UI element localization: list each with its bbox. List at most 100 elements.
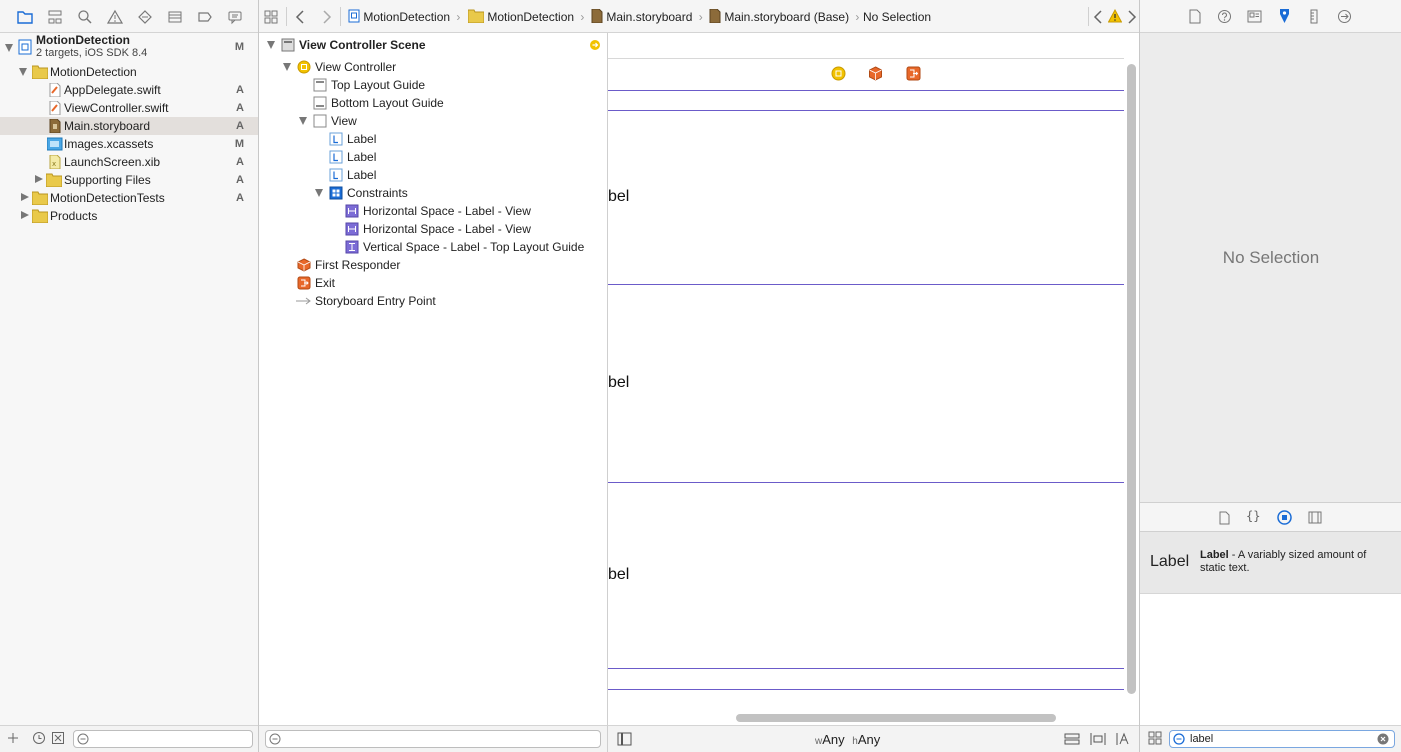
- view-controller-dock-icon[interactable]: [831, 66, 846, 81]
- canvas-label-2[interactable]: bel: [608, 374, 629, 392]
- breadcrumb-group[interactable]: MotionDetection ›: [468, 9, 584, 25]
- disclosure-down-icon[interactable]: [5, 44, 13, 52]
- breakpoint-icon[interactable]: [197, 9, 213, 25]
- file-images-xcassets[interactable]: Images.xcassets M: [0, 135, 258, 153]
- group-motiondetectiontests[interactable]: MotionDetectionTests A: [0, 189, 258, 207]
- media-library-icon[interactable]: [1308, 511, 1322, 524]
- breadcrumb-project[interactable]: MotionDetection ›: [348, 9, 460, 25]
- project-file-icon: [18, 39, 32, 55]
- first-responder-dock-icon[interactable]: [868, 66, 883, 81]
- recent-clock-icon[interactable]: [32, 731, 46, 745]
- next-issue-icon[interactable]: [1127, 10, 1137, 24]
- outline-filter-input[interactable]: [265, 730, 601, 748]
- storyboard-canvas[interactable]: bel bel bel: [608, 33, 1139, 725]
- search-icon[interactable]: [77, 9, 93, 25]
- help-inspector-icon[interactable]: [1217, 9, 1232, 24]
- outline-scene-row[interactable]: View Controller Scene: [259, 36, 607, 54]
- disclosure-right-icon[interactable]: [35, 175, 43, 183]
- grid-view-icon[interactable]: [1148, 731, 1162, 745]
- identity-inspector-icon[interactable]: [1247, 9, 1262, 24]
- disclosure-right-icon[interactable]: [21, 193, 29, 201]
- group-motiondetection[interactable]: MotionDetection: [0, 63, 258, 81]
- library-item-name: Label: [1200, 549, 1229, 561]
- disclosure-down-icon[interactable]: [283, 63, 291, 71]
- group-supporting-files[interactable]: Supporting Files A: [0, 171, 258, 189]
- constraint-guide-line: [608, 110, 1124, 111]
- group-products[interactable]: Products: [0, 207, 258, 225]
- library-item-label[interactable]: Label Label - A variably sized amount of…: [1140, 532, 1401, 594]
- library-search-input[interactable]: label: [1169, 730, 1395, 748]
- code-snippet-library-icon[interactable]: {}: [1246, 509, 1260, 523]
- no-selection-text: No Selection: [1222, 248, 1320, 267]
- library-item-description: Label - A variably sized amount of stati…: [1200, 549, 1395, 575]
- scm-filter-icon[interactable]: [51, 731, 65, 745]
- outline-item-label: Horizontal Space - Label - View: [363, 222, 531, 236]
- exit-dock-icon[interactable]: [906, 66, 921, 81]
- filter-icon: [77, 733, 89, 745]
- breadcrumb-localization[interactable]: Main.storyboard (Base) ›: [709, 9, 859, 25]
- project-root-row[interactable]: MotionDetection 2 targets, iOS SDK 8.4 M: [0, 33, 258, 60]
- toggle-outline-icon[interactable]: [617, 732, 632, 746]
- tree-item-label: Supporting Files: [64, 173, 151, 187]
- file-appdelegate[interactable]: AppDelegate.swift A: [0, 81, 258, 99]
- related-items-icon[interactable]: [264, 10, 278, 24]
- folder-icon[interactable]: [17, 9, 33, 25]
- hierarchy-icon[interactable]: [47, 9, 63, 25]
- file-template-library-icon[interactable]: [1218, 511, 1231, 525]
- breadcrumb-selection[interactable]: No Selection: [863, 9, 931, 25]
- list-icon[interactable]: [167, 9, 183, 25]
- breadcrumb-file[interactable]: Main.storyboard ›: [591, 9, 703, 25]
- folder-icon: [32, 191, 48, 205]
- library-item-preview: Label: [1150, 553, 1190, 570]
- size-class-control[interactable]: wAny hAny: [815, 732, 880, 747]
- label-icon: [329, 132, 343, 146]
- outline-item-label: Constraints: [347, 186, 408, 200]
- file-launchscreen[interactable]: x LaunchScreen.xib A: [0, 153, 258, 171]
- scm-status: A: [236, 84, 244, 96]
- warning-icon[interactable]: [1108, 9, 1122, 23]
- object-library-list: Label Label - A variably sized amount of…: [1140, 532, 1401, 725]
- project-status: M: [234, 41, 244, 53]
- canvas-label-1[interactable]: bel: [608, 188, 629, 206]
- disclosure-down-icon[interactable]: [315, 189, 323, 197]
- pin-icon[interactable]: [1116, 732, 1132, 746]
- disclosure-down-icon[interactable]: [19, 68, 27, 76]
- align-icon[interactable]: [1090, 732, 1106, 746]
- file-viewcontroller[interactable]: ViewController.swift A: [0, 99, 258, 117]
- divider: [340, 7, 341, 26]
- divider: [286, 7, 287, 26]
- breadcrumb-separator-icon: ›: [698, 10, 703, 24]
- project-name: MotionDetection: [36, 33, 130, 47]
- vertical-scrollbar[interactable]: [1127, 64, 1136, 694]
- project-navigator: MotionDetection 2 targets, iOS SDK 8.4 M…: [0, 0, 259, 752]
- previous-issue-icon[interactable]: [1093, 10, 1103, 24]
- canvas-label-3[interactable]: bel: [608, 566, 629, 584]
- canvas-bottom-bar: wAny hAny: [608, 725, 1139, 752]
- navigator-filter-input[interactable]: [73, 730, 253, 748]
- disclosure-right-icon[interactable]: [21, 211, 29, 219]
- connections-inspector-icon[interactable]: [1337, 9, 1352, 24]
- disclosure-down-icon[interactable]: [267, 41, 275, 49]
- constraint-guide-line: [608, 668, 1124, 669]
- constraint-guide-line: [608, 90, 1124, 91]
- comment-icon[interactable]: [227, 9, 243, 25]
- file-inspector-icon[interactable]: [1188, 9, 1202, 24]
- breadcrumb-separator-icon: ›: [456, 10, 461, 24]
- warning-icon[interactable]: [107, 9, 123, 25]
- disclosure-down-icon[interactable]: [299, 117, 307, 125]
- test-diamond-icon[interactable]: [137, 9, 153, 25]
- stack-icon[interactable]: [1064, 732, 1080, 746]
- size-inspector-icon[interactable]: [1308, 9, 1320, 24]
- label-icon: [329, 168, 343, 182]
- horizontal-scrollbar[interactable]: [736, 714, 1056, 722]
- file-main-storyboard[interactable]: Main.storyboard A: [0, 117, 258, 135]
- outline-item-label: Exit: [315, 276, 336, 290]
- breadcrumb-separator-icon: ›: [580, 10, 585, 24]
- back-arrow-icon[interactable]: [295, 10, 305, 24]
- add-icon[interactable]: [6, 731, 20, 745]
- clear-search-icon[interactable]: [1377, 733, 1389, 745]
- object-library-icon[interactable]: [1277, 510, 1292, 525]
- forward-arrow-icon[interactable]: [322, 10, 332, 24]
- scene-warning-indicator-icon[interactable]: [589, 39, 601, 51]
- attributes-inspector-icon[interactable]: [1277, 8, 1292, 24]
